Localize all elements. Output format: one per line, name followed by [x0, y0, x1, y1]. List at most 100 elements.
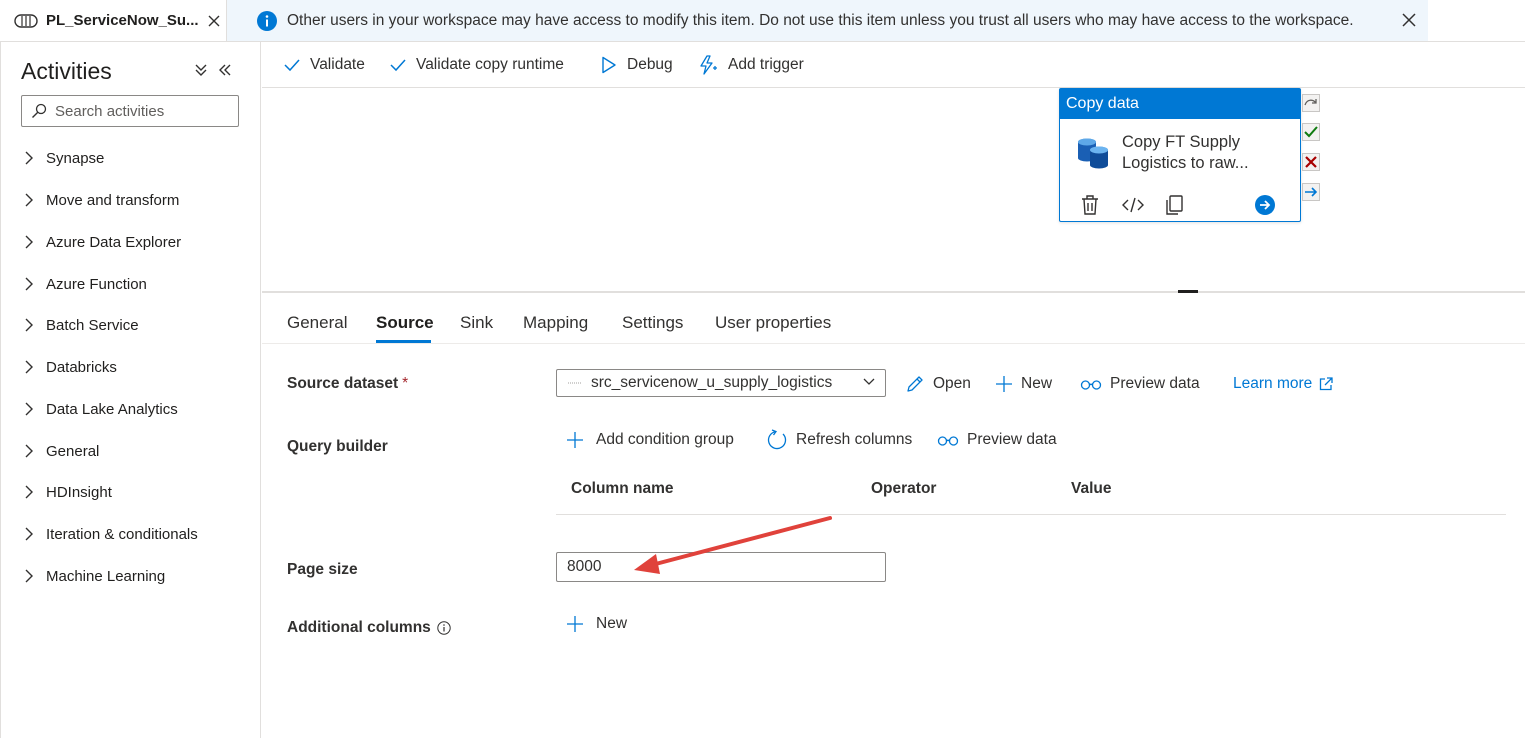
refresh-icon [767, 429, 787, 450]
category-synapse[interactable]: Synapse [24, 146, 104, 170]
external-link-icon [1320, 377, 1333, 391]
close-icon[interactable] [208, 15, 220, 27]
new-label: New [1021, 375, 1053, 392]
delete-icon[interactable] [1080, 194, 1100, 216]
category-general[interactable]: General [24, 439, 99, 463]
add-additional-column-button[interactable]: New [566, 613, 627, 635]
source-dataset-dropdown[interactable]: src_servicenow_u_supply_logistics [556, 369, 886, 397]
skip-output-icon[interactable] [1302, 94, 1320, 112]
category-label: Move and transform [46, 191, 180, 209]
annotation-arrow-icon [634, 516, 832, 574]
validate-copy-runtime-label: Validate copy runtime [416, 56, 564, 73]
chevron-right-icon [25, 402, 33, 416]
info-icon [437, 621, 451, 635]
validate-label: Validate [310, 56, 365, 73]
query-builder-label: Query builder [287, 438, 388, 455]
tab-general[interactable]: General [287, 313, 347, 333]
query-preview-data-button[interactable]: Preview data [937, 429, 1057, 451]
category-hdinsight[interactable]: HDInsight [24, 480, 112, 504]
plus-icon [996, 376, 1012, 392]
activity-name-line-1: Copy FT Supply [1122, 133, 1240, 151]
page-size-label: Page size [287, 561, 358, 578]
category-label: Databricks [46, 358, 117, 376]
tab-source[interactable]: Source [376, 313, 434, 333]
code-icon[interactable] [1122, 194, 1144, 216]
additional-columns-label: Additional columns [287, 619, 451, 637]
add-trigger-button[interactable]: Add trigger [698, 54, 804, 76]
category-move-and-transform[interactable]: Move and transform [24, 188, 179, 212]
open-dataset-button[interactable]: Open [905, 373, 971, 395]
glasses-icon [1080, 380, 1102, 390]
category-label: HDInsight [46, 483, 112, 501]
pencil-icon [907, 376, 923, 392]
category-label: Batch Service [46, 316, 139, 334]
category-azure-function[interactable]: Azure Function [24, 272, 147, 296]
chevron-right-icon [25, 235, 33, 249]
dataset-icon [567, 380, 583, 386]
search-input[interactable] [55, 102, 235, 120]
refresh-columns-label: Refresh columns [796, 431, 913, 448]
info-icon [257, 10, 277, 31]
hide-panel-icon[interactable] [218, 63, 232, 77]
preview-data-label: Preview data [1110, 375, 1200, 392]
tab-user-properties[interactable]: User properties [715, 313, 831, 333]
clone-icon[interactable] [1164, 194, 1184, 216]
chevron-right-icon [25, 485, 33, 499]
banner-message: Other users in your workspace may have a… [287, 11, 1354, 29]
preview-data-button[interactable]: Preview data [1080, 373, 1200, 395]
learn-more-link[interactable]: Learn more [1233, 373, 1333, 395]
refresh-columns-button[interactable]: Refresh columns [766, 429, 912, 451]
source-dataset-label: Source dataset * [287, 375, 408, 393]
chevron-right-icon [25, 527, 33, 541]
activities-title: Activities [21, 58, 112, 84]
category-batch-service[interactable]: Batch Service [24, 313, 139, 337]
pipeline-canvas[interactable] [262, 88, 1525, 292]
glasses-icon [937, 436, 959, 446]
collapse-all-icon[interactable] [194, 63, 208, 77]
validate-button[interactable]: Validate [284, 54, 365, 76]
search-box[interactable] [21, 95, 239, 127]
category-label: General [46, 442, 100, 460]
category-data-lake-analytics[interactable]: Data Lake Analytics [24, 397, 178, 421]
banner-close-icon[interactable] [1402, 13, 1416, 27]
new-dataset-button[interactable]: New [995, 373, 1052, 395]
pipeline-tab-title: PL_ServiceNow_Su... [46, 12, 198, 29]
validate-copy-runtime-button[interactable]: Validate copy runtime [390, 54, 564, 76]
divider [262, 343, 1525, 344]
tab-mapping[interactable]: Mapping [523, 313, 588, 333]
tab-settings[interactable]: Settings [622, 313, 683, 333]
category-label: Machine Learning [46, 567, 166, 585]
debug-label: Debug [627, 56, 673, 73]
category-databricks[interactable]: Databricks [24, 355, 117, 379]
column-header-value: Value [1071, 480, 1112, 497]
category-label: Synapse [46, 149, 105, 167]
column-header-operator: Operator [871, 480, 937, 497]
activity-name-line-2: Logistics to raw... [1122, 154, 1249, 172]
resize-handle[interactable] [1178, 290, 1198, 293]
on-failure-icon[interactable] [1302, 153, 1320, 171]
category-iteration-conditionals[interactable]: Iteration & conditionals [24, 522, 198, 546]
tab-sink[interactable]: Sink [460, 313, 493, 333]
add-condition-group-button[interactable]: Add condition group [566, 429, 734, 451]
info-banner: Other users in your workspace may have a… [227, 0, 1428, 42]
chevron-right-icon [25, 360, 33, 374]
category-azure-data-explorer[interactable]: Azure Data Explorer [24, 230, 181, 254]
pipeline-tab[interactable]: PL_ServiceNow_Su... [0, 0, 227, 42]
panel-controls [194, 63, 232, 77]
additional-columns-label-text: Additional columns [287, 619, 431, 636]
copy-data-icon [1076, 136, 1110, 170]
activity-name: Copy FT Supply Logistics to raw... [1122, 132, 1282, 174]
category-label: Azure Function [46, 275, 147, 293]
column-header-column-name: Column name [571, 480, 674, 497]
on-completion-icon[interactable] [1302, 183, 1320, 201]
checkmark-icon [284, 59, 300, 72]
debug-button[interactable]: Debug [601, 54, 673, 76]
go-to-details-icon[interactable] [1254, 194, 1276, 216]
checkmark-icon [390, 59, 406, 72]
category-machine-learning[interactable]: Machine Learning [24, 564, 165, 588]
chevron-right-icon [25, 277, 33, 291]
category-label: Data Lake Analytics [46, 400, 178, 418]
plus-icon [567, 432, 583, 448]
on-success-icon[interactable] [1302, 123, 1320, 141]
copy-data-activity-node[interactable]: Copy data Copy FT Supply Logistics to ra… [1059, 88, 1301, 222]
